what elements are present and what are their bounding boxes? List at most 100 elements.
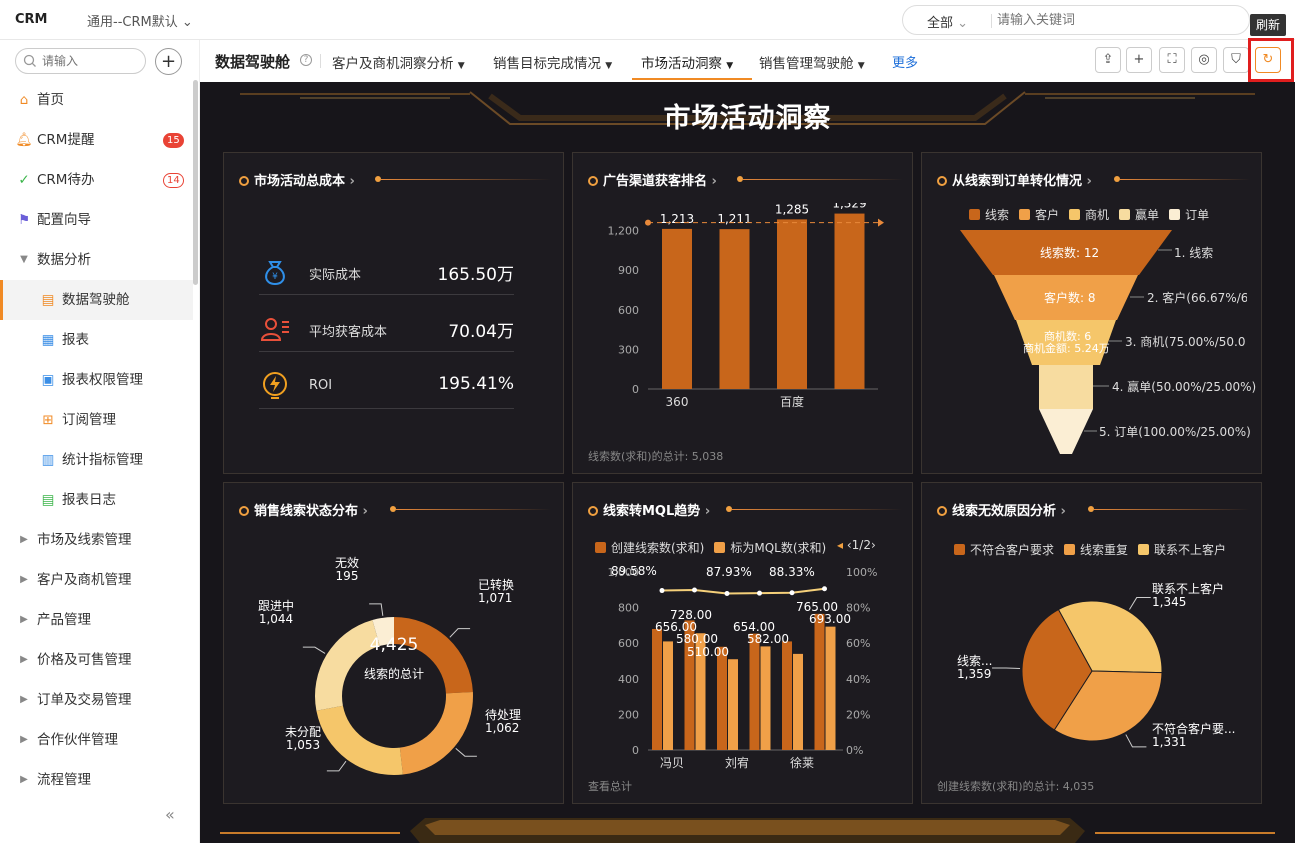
tab-sales-target[interactable]: 销售目标完成情况 ▼ xyxy=(493,52,612,72)
bar-mql[interactable] xyxy=(728,659,738,750)
sidebar-item-orders[interactable]: ▶ 订单及交易管理 xyxy=(0,680,193,720)
sidebar-item-label: CRM待办 xyxy=(37,172,95,188)
tab-sales-cockpit[interactable]: 销售管理驾驶舱 ▼ xyxy=(759,52,865,72)
shield-icon: ⛉ xyxy=(1231,52,1241,67)
filter-button[interactable]: ⛉ xyxy=(1223,47,1249,73)
sidebar-search-input[interactable] xyxy=(42,52,137,70)
sidebar-item-report-permission[interactable]: ▣ 报表权限管理 xyxy=(0,360,193,400)
panel-funnel: 从线索到订单转化情况 › 线索 客户 商机 赢单 订单 线索数: 12 客户数: 8 商… xyxy=(921,152,1262,474)
bar-created-leads[interactable] xyxy=(652,628,662,750)
panel-title[interactable]: 市场活动总成本 › xyxy=(239,170,355,189)
sidebar-item-metrics[interactable]: ▥ 统计指标管理 xyxy=(0,440,193,480)
sidebar-item-config-guide[interactable]: ⚑ 配置向导 xyxy=(0,200,193,240)
caret-down-icon: ▼ xyxy=(726,61,734,71)
search-scope-select[interactable]: 全部 ⌄ xyxy=(927,12,968,31)
y-tick-label: 0 xyxy=(632,744,639,757)
panel-title[interactable]: 从线索到订单转化情况 › xyxy=(937,170,1092,189)
metrics-icon: ▥ xyxy=(41,452,55,468)
data-label: 1,211 xyxy=(717,212,751,226)
search-input[interactable] xyxy=(997,10,1237,30)
legend-swatch xyxy=(1119,209,1131,220)
pie-leader-line xyxy=(1125,734,1147,748)
bar-mql[interactable] xyxy=(760,646,771,750)
legend-item[interactable]: 联系不上客户 xyxy=(1138,541,1226,558)
bar-mql[interactable] xyxy=(793,653,803,750)
sidebar-item-product[interactable]: ▶ 产品管理 xyxy=(0,600,193,640)
sidebar-item-customer-opportunity[interactable]: ▶ 客户及商机管理 xyxy=(0,560,193,600)
sidebar-item-subscription[interactable]: ⊞ 订阅管理 xyxy=(0,400,193,440)
cost-label: 实际成本 xyxy=(309,268,362,283)
bar[interactable] xyxy=(662,228,692,389)
x-tick-label: 冯贝 xyxy=(660,756,684,770)
y-tick-label: 400 xyxy=(618,673,639,686)
data-label: 1,285 xyxy=(775,203,809,216)
legend-item[interactable]: 客户 xyxy=(1019,206,1059,223)
sidebar-item-pricing[interactable]: ▶ 价格及可售管理 xyxy=(0,640,193,680)
average-line-arrow[interactable] xyxy=(878,218,884,227)
workspace-selector[interactable]: 通用--CRM默认 ⌄ xyxy=(87,11,193,30)
bar-created-leads[interactable] xyxy=(749,633,760,750)
bar-mql[interactable] xyxy=(663,641,673,750)
sidebar-item-report-log[interactable]: ▤ 报表日志 xyxy=(0,480,193,520)
legend-item[interactable]: 订单 xyxy=(1169,206,1209,223)
bar[interactable] xyxy=(834,213,865,389)
donut-leader-line xyxy=(326,760,347,772)
sidebar-item-crm-reminder[interactable]: 🔔︎ CRM提醒 15 xyxy=(0,120,193,160)
pager-next-icon[interactable]: › xyxy=(871,538,876,552)
tab-label: 客户及商机洞察分析 xyxy=(332,56,454,72)
view-total-link[interactable]: 查看总计 xyxy=(588,778,632,794)
bar-created-leads[interactable] xyxy=(717,646,727,750)
legend-item[interactable]: 不符合客户要求 xyxy=(954,541,1054,558)
bar-created-leads[interactable] xyxy=(814,613,825,750)
average-line-marker xyxy=(645,219,651,226)
legend-item[interactable]: 线索重复 xyxy=(1064,541,1128,558)
legend-item[interactable]: 标为MQL数(求和) xyxy=(714,539,826,556)
panel-title[interactable]: 广告渠道获客排名 › xyxy=(588,170,717,189)
slice-value: 1,071 xyxy=(478,591,513,605)
y-tick-label: 0 xyxy=(632,383,639,396)
sidebar-item-market-leads[interactable]: ▶ 市场及线索管理 xyxy=(0,520,193,560)
more-tabs-link[interactable]: 更多 xyxy=(892,52,918,71)
panel-title[interactable]: 线索无效原因分析 › xyxy=(937,500,1066,519)
donut-slice[interactable] xyxy=(399,692,473,775)
share-button[interactable]: ⇪ xyxy=(1095,47,1121,73)
bar[interactable] xyxy=(777,219,807,389)
slice-name: 联系不上客户 xyxy=(1152,582,1225,596)
chevron-right-icon: › xyxy=(711,174,717,189)
report-permission-icon: ▣ xyxy=(41,372,55,388)
y-tick-label: 200 xyxy=(618,708,639,721)
line-point xyxy=(757,590,762,596)
add-button[interactable]: + xyxy=(155,48,182,75)
sidebar-item-dashboard[interactable]: ▤ 数据驾驶舱 xyxy=(0,280,193,320)
tab-customer-insight[interactable]: 客户及商机洞察分析 ▼ xyxy=(332,52,465,72)
plus-icon: + xyxy=(1133,52,1145,67)
sidebar-item-process[interactable]: ▶ 流程管理 xyxy=(0,760,193,800)
line-point xyxy=(659,588,665,594)
bar-created-leads[interactable] xyxy=(782,641,792,750)
tab-market-insight[interactable]: 市场活动洞察 ▼ xyxy=(641,52,733,72)
legend-item[interactable]: 商机 xyxy=(1069,206,1109,223)
funnel-stage-won[interactable] xyxy=(1039,365,1093,409)
donut-label-converted: 已转换 1,071 xyxy=(478,579,514,605)
help-icon[interactable]: ? xyxy=(300,54,312,66)
panel-title[interactable]: 线索转MQL趋势 › xyxy=(588,500,710,519)
slice-name: 不符合客户要... xyxy=(1152,722,1236,736)
pager-prev-icon[interactable]: ◂ xyxy=(837,538,843,552)
legend-item[interactable]: 线索 xyxy=(969,206,1009,223)
bar-mql[interactable] xyxy=(825,626,836,750)
sidebar-scrollbar[interactable] xyxy=(193,80,198,285)
sidebar-item-data-analysis[interactable]: ▼ 数据分析 xyxy=(0,240,193,280)
bar[interactable] xyxy=(719,229,750,389)
legend-item[interactable]: 赢单 xyxy=(1119,206,1159,223)
sidebar-item-crm-todo[interactable]: ✓ CRM待办 14 xyxy=(0,160,193,200)
collapse-sidebar-icon[interactable]: « xyxy=(165,805,175,824)
legend-item[interactable]: 创建线索数(求和) xyxy=(595,539,704,556)
donut-slice[interactable] xyxy=(316,705,403,775)
panel-title[interactable]: 销售线索状态分布 › xyxy=(239,500,368,519)
add-widget-button[interactable]: + xyxy=(1126,47,1152,73)
sidebar-item-report[interactable]: ▦ 报表 xyxy=(0,320,193,360)
fullscreen-button[interactable]: ⛶ xyxy=(1159,47,1185,73)
sidebar-item-partners[interactable]: ▶ 合作伙伴管理 xyxy=(0,720,193,760)
settings-button[interactable]: ◎ xyxy=(1191,47,1217,73)
sidebar-item-home[interactable]: ⌂ 首页 xyxy=(0,80,193,120)
